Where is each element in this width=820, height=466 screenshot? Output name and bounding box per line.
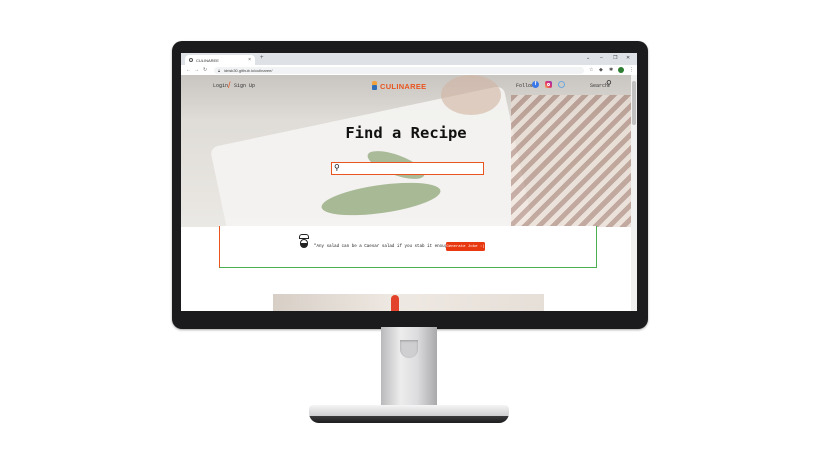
pinterest-icon[interactable] (558, 81, 565, 88)
extensions-puzzle-icon[interactable]: ✱ (609, 67, 613, 73)
close-window-icon[interactable]: ✕ (626, 55, 630, 61)
tab-favicon-icon (189, 58, 193, 62)
facebook-icon[interactable]: f (532, 81, 539, 88)
back-icon[interactable]: ← (186, 67, 191, 73)
login-signup-divider: / (228, 80, 231, 90)
chef-logo-icon (371, 81, 378, 91)
browser-tab[interactable]: CULINAREE × (185, 55, 255, 65)
browser-tab-bar: CULINAREE × + ⌄ – ❐ ✕ (181, 53, 637, 65)
signup-link[interactable]: Sign Up (234, 83, 255, 89)
page-scrollbar[interactable] (631, 75, 637, 311)
login-link[interactable]: Login (213, 83, 228, 89)
monitor-screen: CULINAREE × + ⌄ – ❐ ✕ ← → ↻ 🔒︎ idrisk30.… (181, 53, 637, 311)
new-tab-icon[interactable]: + (260, 55, 264, 61)
extension-icon[interactable]: ◆ (599, 67, 603, 73)
stand-cable-hole (400, 340, 418, 358)
monitor-stand-neck (381, 327, 437, 407)
hero-overlay (181, 75, 631, 227)
bookmark-star-icon[interactable]: ☆ (589, 67, 593, 73)
page-title: Find a Recipe (345, 124, 467, 142)
url-text: idrisk30.github.io/culinaree/ (224, 67, 273, 73)
recipe-search-input[interactable] (344, 164, 482, 173)
search-icon: ⚲ (334, 163, 340, 172)
recipe-search-box[interactable]: ⚲ (331, 162, 484, 175)
tab-search-icon[interactable]: ⌄ (586, 55, 590, 61)
hero-banner: Login / Sign Up CULINAREE Follow f Searc… (181, 75, 631, 227)
tab-title: CULINAREE (196, 57, 219, 63)
tab-close-icon[interactable]: × (248, 57, 251, 63)
browser-menu-icon[interactable]: ⋮ (629, 67, 634, 73)
reload-icon[interactable]: ↻ (203, 67, 207, 73)
url-field[interactable]: 🔒︎ idrisk30.github.io/culinaree/ (214, 66, 584, 74)
joke-panel: "Any salad can be a Caesar salad if you … (219, 226, 597, 268)
instagram-icon[interactable] (545, 81, 552, 88)
minimize-icon[interactable]: – (600, 55, 603, 61)
maximize-icon[interactable]: ❐ (613, 55, 617, 61)
web-page: Login / Sign Up CULINAREE Follow f Searc… (181, 75, 631, 311)
monitor-stand-base (309, 405, 509, 423)
generate-joke-button[interactable]: Generate Joke :) (446, 242, 485, 251)
scrollbar-thumb[interactable] (632, 81, 636, 125)
lock-icon: 🔒︎ (218, 67, 221, 73)
recipe-card-image[interactable] (273, 294, 544, 311)
brand-name: CULINAREE (380, 82, 427, 91)
card-image-detail (391, 295, 399, 311)
site-header: Login / Sign Up CULINAREE Follow f Searc… (181, 75, 631, 97)
search-icon[interactable]: ⚲ (606, 79, 612, 88)
chef-icon (298, 234, 310, 250)
forward-icon[interactable]: → (194, 67, 199, 73)
joke-text: "Any salad can be a Caesar salad if you … (314, 245, 455, 249)
profile-avatar-icon[interactable] (618, 67, 624, 73)
